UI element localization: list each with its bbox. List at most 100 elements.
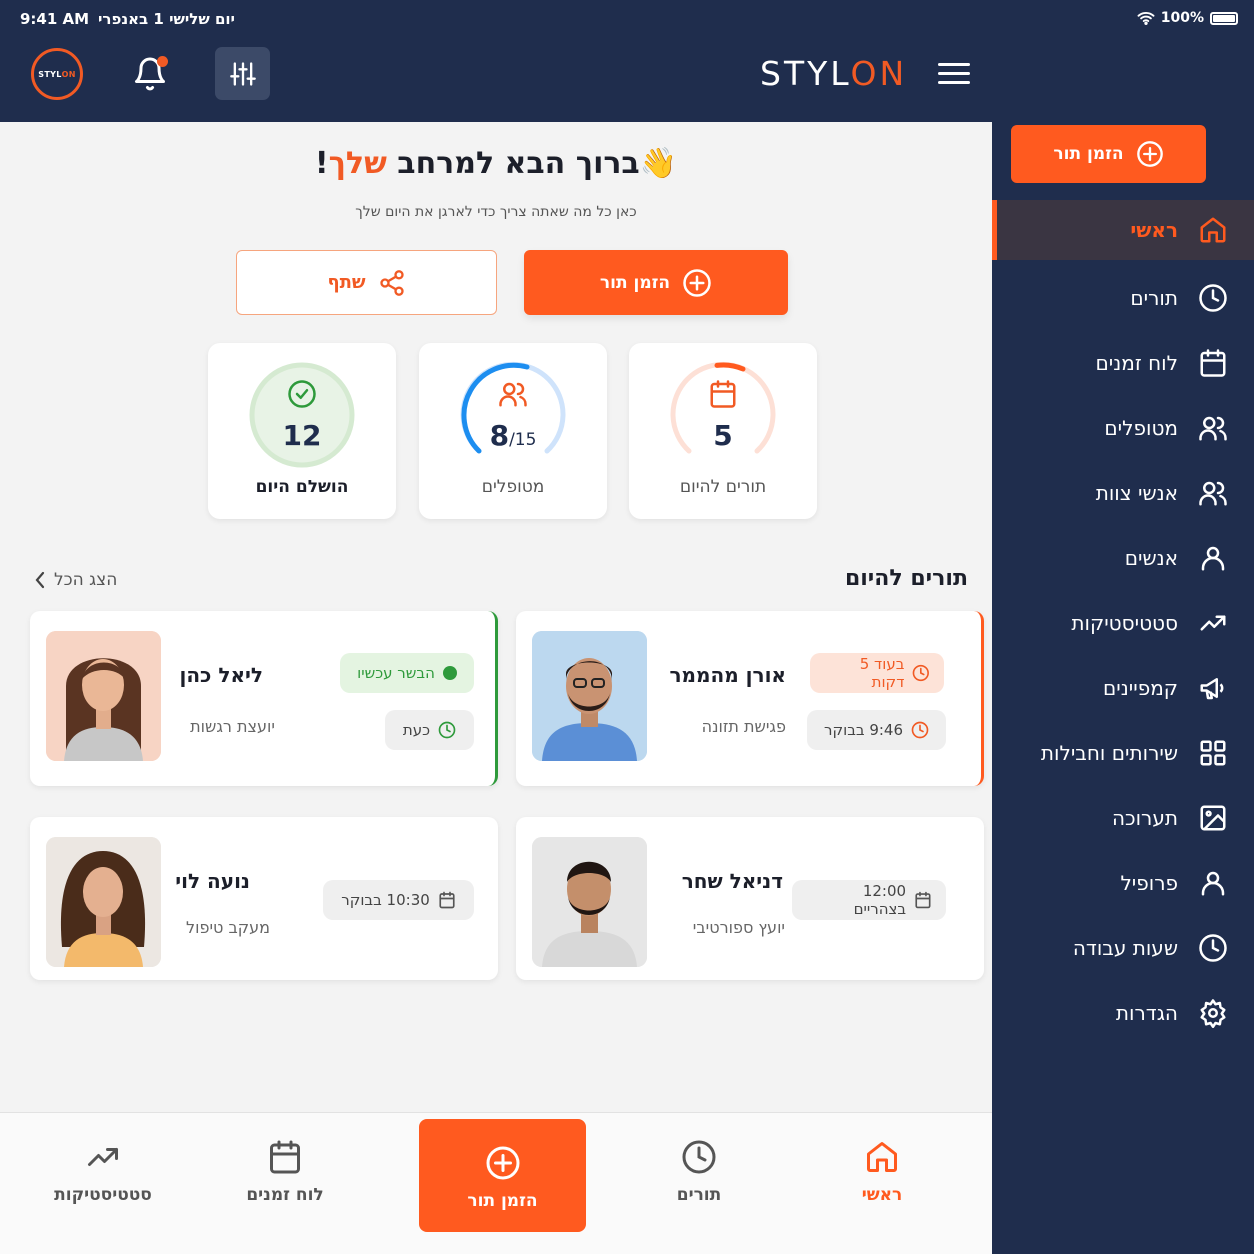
clock-icon [1199, 933, 1227, 962]
plus-circle-icon [683, 268, 711, 297]
profile-icon [1201, 871, 1225, 895]
tab-label: ראשי [861, 1185, 903, 1205]
appointment-card[interactable]: נועה לוי מעקב טיפול 10:30 בבוקר [30, 817, 498, 980]
sidebar-item-label: שירותים וחבילות [1040, 740, 1178, 765]
sidebar-item-hours[interactable]: שעות עבודה [992, 915, 1254, 980]
sidebar-item-schedule[interactable]: לוח זמנים [992, 330, 1254, 395]
menu-icon[interactable] [938, 63, 970, 87]
sidebar-item-patients[interactable]: מטופלים [992, 395, 1254, 460]
plus-circle-icon [1136, 141, 1163, 167]
time-badge: 9:46 בבוקר [807, 710, 946, 750]
home-icon [1200, 217, 1226, 243]
avatar [46, 631, 161, 761]
welcome-accent: שלך [328, 146, 387, 181]
notification-dot [157, 56, 168, 67]
status-bar-right: 100% [1137, 10, 1238, 26]
top-bar: 9:41 AM יום שלישי 1 באנפרי STYL ON STYLON [0, 0, 992, 122]
sidebar-item-profile[interactable]: פרופיל [992, 850, 1254, 915]
stat-card-patients[interactable]: 8/15 מטופלים [419, 343, 607, 519]
appointment-card[interactable]: ליאל כהן יועצת רגשות הבשר עכשיו כעת [30, 611, 498, 786]
appointment-card[interactable]: אורן מהממר פגישת תזונה בעוד 5 דקות 9:46 … [516, 611, 984, 786]
tab-schedule[interactable]: לוח זמנים [200, 1139, 370, 1205]
check-circle-icon [288, 380, 316, 408]
show-all-link[interactable]: הצג הכל [34, 570, 117, 590]
tab-book-appointment[interactable]: הזמן תור [419, 1119, 586, 1232]
tab-statistics[interactable]: סטטיסטיקות [18, 1139, 188, 1205]
section-title: תורים להיום [844, 566, 968, 591]
appointment-name: ליאל כהן [179, 663, 263, 687]
stat-label: תורים להיום [679, 477, 767, 497]
avatar-illustration [46, 631, 161, 761]
sidebar-item-campaigns[interactable]: קמפיינים [992, 655, 1254, 720]
tab-label: הזמן תור [467, 1191, 538, 1211]
calendar-icon [1200, 348, 1226, 377]
book-appointment-button[interactable]: הזמן תור [524, 250, 788, 315]
plus-circle-icon [486, 1146, 519, 1180]
appointment-name: נועה לוי [175, 869, 250, 893]
status-text: בעוד 5 דקות [859, 655, 905, 691]
clock-icon [911, 721, 929, 739]
sidebar-nav: ראשי תורים לוח זמנים מטופלים אנשי צוות א… [992, 200, 1254, 1045]
stat-value: 8/15 [419, 419, 607, 452]
time-text: 12:00 בצהריים [853, 882, 907, 918]
share-button[interactable]: שתף [236, 250, 497, 315]
time-text: 9:46 בבוקר [824, 721, 903, 739]
image-icon [1200, 805, 1226, 830]
sidebar-item-label: הגדרות [1115, 1000, 1178, 1025]
clock-icon [682, 1140, 716, 1174]
person-icon [1201, 546, 1225, 570]
sidebar-item-services[interactable]: שירותים וחבילות [992, 720, 1254, 785]
sidebar-item-settings[interactable]: הגדרות [992, 980, 1254, 1045]
appointment-role: יועצת רגשות [190, 717, 275, 736]
gear-icon [1200, 998, 1226, 1028]
welcome-text: ברוך הבא למרחב [386, 146, 640, 181]
stat-card-today[interactable]: 5 תורים להיום [629, 343, 817, 519]
tab-appointments[interactable]: תורים [614, 1139, 784, 1205]
sidebar-item-gallery[interactable]: תערוכה [992, 785, 1254, 850]
appointment-name: אורן מהממר [669, 663, 787, 687]
brand-logo: STYLON [760, 54, 907, 93]
grid-icon [1200, 740, 1226, 765]
chevron-left-icon [35, 571, 45, 589]
clock-icon [438, 721, 456, 739]
sidebar-item-appointments[interactable]: תורים [992, 265, 1254, 330]
sidebar-item-home[interactable]: ראשי [992, 200, 1254, 260]
wave-emoji: 👋 [639, 146, 678, 181]
sidebar-item-statistics[interactable]: סטטיסטיקות [992, 590, 1254, 655]
sidebar-item-label: פרופיל [1120, 870, 1178, 895]
sidebar-item-label: אנשי צוות [1095, 480, 1178, 505]
wifi-icon [1137, 11, 1155, 25]
time-text: כעת [402, 721, 431, 739]
logo-badge[interactable]: STYL ON [31, 48, 83, 100]
calendar-icon [710, 380, 736, 408]
tab-label: סטטיסטיקות [54, 1185, 152, 1205]
stat-label: הושלם היום [255, 477, 349, 497]
sidebar-item-label: ראשי [1130, 218, 1178, 242]
sidebar-item-label: לוח זמנים [1095, 350, 1179, 375]
stat-card-completed[interactable]: 12 הושלם היום [208, 343, 396, 519]
appointment-card[interactable]: דניאל שחר יועץ ספורטיבי 12:00 בצהריים [516, 817, 984, 980]
sidebar-item-label: שעות עבודה [1072, 935, 1178, 960]
sidebar-item-people[interactable]: אנשים [992, 525, 1254, 590]
sliders-icon [229, 61, 256, 86]
time-text: 10:30 בבוקר [341, 891, 430, 909]
show-all-label: הצג הכל [54, 570, 118, 590]
filter-button[interactable] [215, 47, 270, 100]
users-icon [1199, 416, 1227, 440]
avatar-illustration [532, 837, 647, 967]
trend-icon [1200, 615, 1226, 630]
status-text: הבשר עכשיו [357, 664, 435, 682]
time-badge: 10:30 בבוקר [323, 880, 474, 920]
share-label: שתף [327, 272, 366, 293]
time-badge: כעת [385, 710, 474, 750]
sidebar-item-label: קמפיינים [1103, 675, 1178, 700]
stat-value-main: 8 [489, 419, 510, 452]
avatar-illustration [46, 837, 161, 967]
welcome-subtitle: כאן כל מה שאתה צריך כדי לארגן את היום של… [355, 204, 637, 220]
tab-home[interactable]: ראשי [797, 1139, 967, 1205]
tab-label: תורים [676, 1185, 722, 1205]
sidebar-item-team[interactable]: אנשי צוות [992, 460, 1254, 525]
sidebar-book-button[interactable]: הזמן תור [1011, 125, 1206, 183]
home-icon [867, 1142, 897, 1172]
clock-icon [913, 664, 930, 682]
